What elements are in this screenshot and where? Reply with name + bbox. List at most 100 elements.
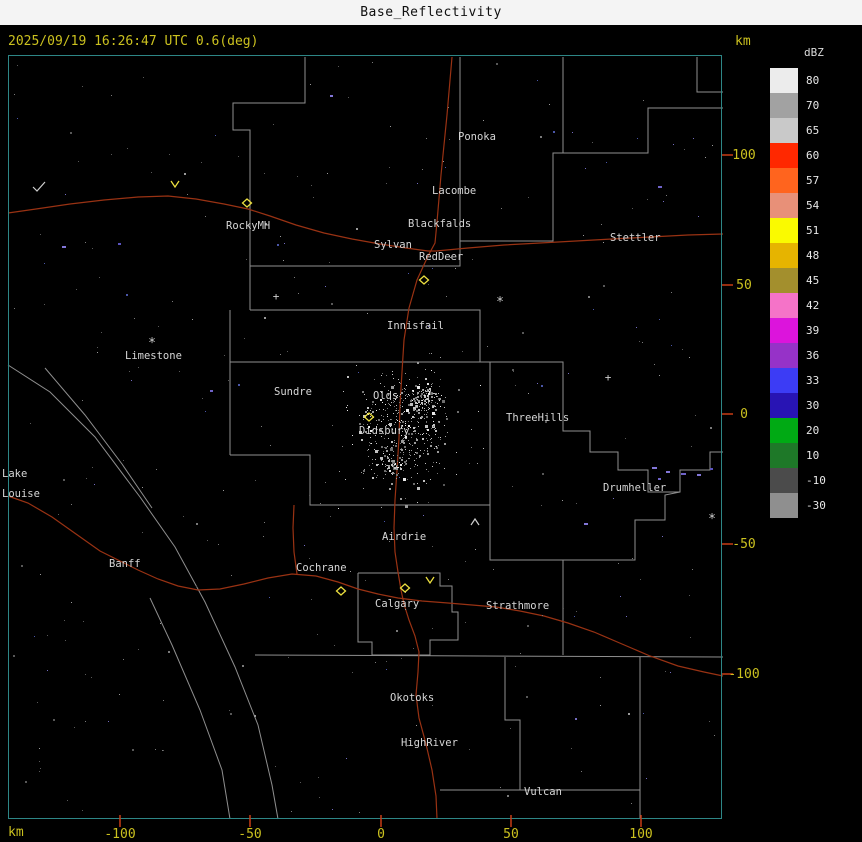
echo-pixel xyxy=(367,450,368,451)
echo-pixel xyxy=(444,468,445,469)
highway-line xyxy=(435,233,724,252)
colorbar-entry: 36 xyxy=(770,343,840,368)
bottom-tick-label: 0 xyxy=(377,827,385,842)
echo-pixel xyxy=(572,132,573,133)
echo-pixel xyxy=(542,615,543,616)
echo-pixel xyxy=(405,398,406,399)
echo-pixel xyxy=(131,380,132,381)
echo-pixel xyxy=(192,319,193,320)
echo-pixel xyxy=(428,284,429,285)
colorbar-value: -10 xyxy=(806,474,826,487)
highways xyxy=(7,56,724,820)
colorbar-entry: 39 xyxy=(770,318,840,343)
colorbar-swatch xyxy=(770,93,798,118)
echo-pixel xyxy=(465,561,466,562)
echo-pixel xyxy=(444,443,446,445)
echo-pixel xyxy=(428,390,429,391)
echo-pixel xyxy=(348,97,349,98)
echo-pixel xyxy=(410,405,411,406)
clutter-mark xyxy=(666,471,670,473)
echo-pixel xyxy=(426,422,427,423)
city-label: Lake xyxy=(2,468,27,480)
clutter-mark xyxy=(652,467,657,469)
echo-pixel xyxy=(420,404,421,405)
echo-pixel xyxy=(65,640,66,641)
city-label: Airdrie xyxy=(382,531,426,543)
echo-pixel xyxy=(196,523,198,525)
echo-pixel xyxy=(380,459,381,460)
echo-pixel xyxy=(400,452,401,453)
echo-pixel xyxy=(264,522,265,523)
echo-pixel xyxy=(568,373,569,374)
echo-pixel xyxy=(392,374,393,375)
echo-pixel xyxy=(411,418,412,419)
echo-pixel xyxy=(418,409,420,411)
right-tick-label: 0 xyxy=(740,407,748,422)
echo-pixel xyxy=(483,448,484,449)
echo-pixel xyxy=(493,569,494,570)
echo-pixel xyxy=(642,342,643,343)
colorbar-entry: 10 xyxy=(770,443,840,468)
echo-pixel xyxy=(399,396,400,397)
echo-pixel xyxy=(422,408,423,409)
echo-pixel xyxy=(428,434,429,435)
echo-pixel xyxy=(431,400,432,401)
echo-pixel xyxy=(400,443,401,444)
echo-pixel xyxy=(361,439,363,441)
echo-pixel xyxy=(132,749,134,751)
echo-pixel xyxy=(327,173,328,174)
echo-pixel xyxy=(411,450,412,451)
scan-timestamp: 2025/09/19 16:26:47 UTC 0.6(deg) xyxy=(8,34,259,49)
echo-pixel xyxy=(371,443,372,444)
echo-pixel xyxy=(399,382,400,383)
echo-pixel xyxy=(388,403,389,404)
echo-pixel xyxy=(365,411,367,413)
echo-pixel xyxy=(426,393,427,394)
highway-line xyxy=(7,195,436,252)
echo-pixel xyxy=(391,447,392,448)
echo-pixel xyxy=(507,795,509,797)
echo-pixel xyxy=(424,418,425,419)
echo-pixel xyxy=(371,408,372,409)
colorbar-swatch xyxy=(770,318,798,343)
echo-pixel xyxy=(426,402,427,403)
echo-pixel xyxy=(431,370,432,371)
echo-pixel xyxy=(384,455,386,457)
echo-pixel xyxy=(583,235,584,236)
plus-poi-icon: + xyxy=(273,290,280,303)
echo-pixel xyxy=(435,430,437,432)
echo-pixel xyxy=(201,162,202,163)
echo-pixel xyxy=(407,479,408,480)
echo-pixel xyxy=(427,451,428,452)
echo-pixel xyxy=(384,447,385,448)
echo-pixel xyxy=(424,394,425,395)
echo-pixel xyxy=(244,338,245,339)
echo-pixel xyxy=(432,628,433,629)
echo-pixel xyxy=(425,390,426,391)
echo-pixel xyxy=(387,465,388,466)
city-label: Blackfalds xyxy=(408,218,471,230)
echo-pixel xyxy=(424,450,425,451)
echo-pixel xyxy=(446,418,448,420)
echo-pixel xyxy=(416,405,418,407)
echo-pixel xyxy=(419,406,420,407)
echo-pixel xyxy=(391,402,392,403)
echo-pixel xyxy=(158,326,159,327)
radar-map-display[interactable]: -100 -50 0 50 100 100 50 0 -50 -100 * * + + * Ponoka Lac… xyxy=(0,0,862,842)
clutter-mark xyxy=(584,523,588,525)
echo-pixel xyxy=(275,766,276,767)
echo-pixel xyxy=(418,392,419,393)
echo-pixel xyxy=(318,777,319,778)
echo-pixel xyxy=(374,473,375,474)
colorbar-value: 60 xyxy=(806,149,820,162)
echo-pixel xyxy=(413,431,414,432)
echo-pixel xyxy=(425,425,428,428)
echo-pixel xyxy=(242,665,244,667)
echo-pixel xyxy=(388,438,389,439)
echo-pixel xyxy=(408,404,410,406)
colorbar-swatch xyxy=(770,343,798,368)
echo-pixel xyxy=(71,504,72,505)
echo-pixel xyxy=(414,430,416,432)
city-label: Ponoka xyxy=(458,131,496,143)
echo-pixel xyxy=(428,397,429,398)
